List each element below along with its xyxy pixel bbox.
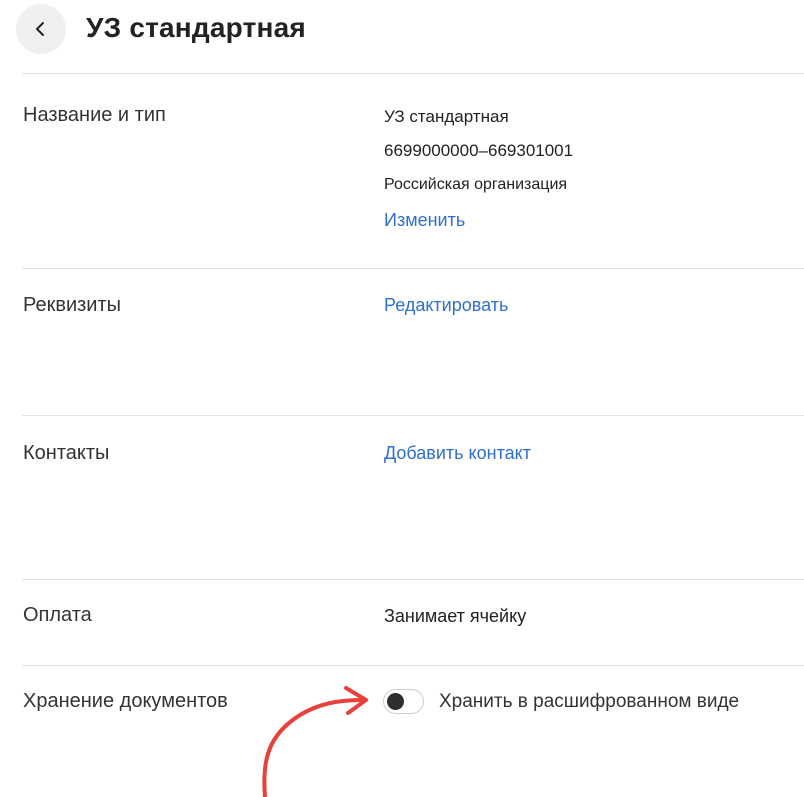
page-title: УЗ стандартная [86, 12, 306, 43]
inn-kpp-value: 6699000000–669301001 [384, 141, 574, 160]
chevron-left-icon [36, 22, 44, 36]
divider [22, 415, 804, 416]
change-link[interactable]: Изменить [384, 210, 465, 231]
decrypted-storage-toggle[interactable] [383, 689, 424, 714]
divider [22, 665, 804, 666]
payment-value: Занимает ячейку [384, 606, 527, 626]
page-header: УЗ стандартная [0, 0, 804, 60]
add-contact-link[interactable]: Добавить контакт [384, 443, 531, 464]
payment-label: Оплата [23, 604, 92, 626]
back-button[interactable] [16, 4, 66, 54]
divider [22, 579, 804, 580]
org-type-value: Российская организация [384, 176, 568, 193]
divider [22, 268, 804, 269]
toggle-knob [387, 693, 404, 710]
requisites-label: Реквизиты [23, 294, 122, 316]
name-type-label: Название и тип [23, 104, 166, 126]
contacts-label: Контакты [23, 442, 110, 464]
toggle-label: Хранить в расшифрованном виде [439, 691, 740, 712]
storage-label: Хранение документов [23, 690, 228, 712]
edit-requisites-link[interactable]: Редактировать [384, 295, 508, 316]
org-name-value: УЗ стандартная [384, 107, 509, 126]
divider [22, 73, 804, 74]
organization-settings-page: УЗ стандартная Название и тип УЗ стандар… [0, 0, 804, 797]
